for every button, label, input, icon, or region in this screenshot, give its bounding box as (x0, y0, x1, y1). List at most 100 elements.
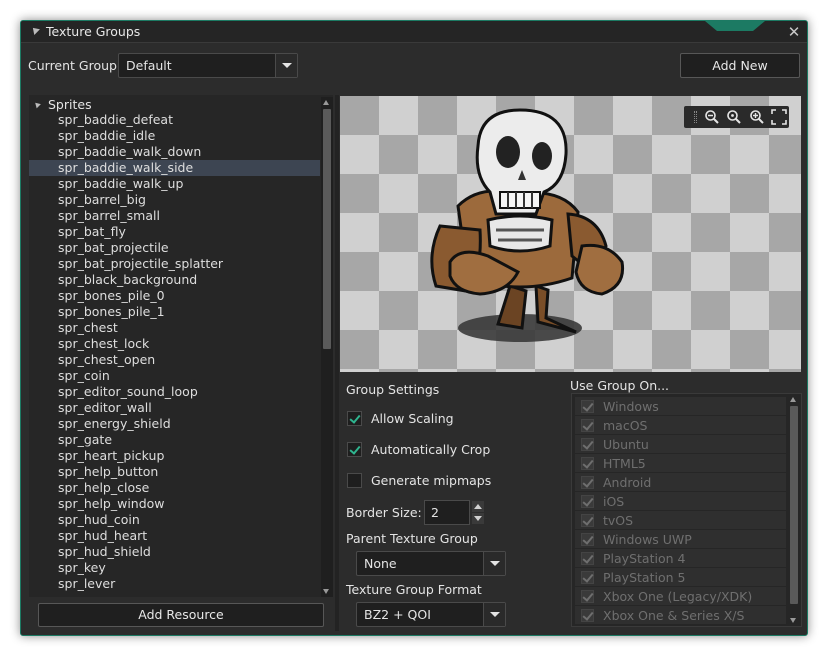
tree-scrollbar-thumb[interactable] (323, 109, 331, 349)
texture-group-format-value: BZ2 + QOI (364, 607, 431, 622)
tree-item[interactable]: spr_bones_pile_0 (29, 288, 320, 304)
tree-scrollbar[interactable] (321, 97, 333, 597)
mipmaps-label: Generate mipmaps (371, 473, 492, 488)
platform-item[interactable]: Windows (575, 397, 786, 415)
platform-item[interactable]: iOS (575, 492, 786, 510)
tree-item[interactable]: spr_help_window (29, 496, 320, 512)
tree-item[interactable]: spr_gate (29, 432, 320, 448)
platform-item[interactable]: HTML5 (575, 454, 786, 472)
zoom-out-icon[interactable] (702, 108, 722, 126)
tree-item[interactable]: spr_bat_projectile_splatter (29, 256, 320, 272)
border-size-label: Border Size: (346, 505, 422, 520)
scroll-down-icon[interactable] (790, 618, 796, 623)
platform-item[interactable]: tvOS (575, 511, 786, 529)
platform-label: Xbox One & Series X/S (603, 607, 745, 623)
platform-scrollbar-thumb[interactable] (790, 406, 798, 604)
tree-item[interactable]: spr_baddie_idle (29, 128, 320, 144)
tree-item[interactable]: spr_heart_pickup (29, 448, 320, 464)
spin-up-icon[interactable] (472, 501, 484, 512)
current-group-dropdown[interactable]: Default (118, 53, 298, 78)
tree-item[interactable]: spr_bat_projectile (29, 240, 320, 256)
platform-check[interactable] (581, 475, 594, 489)
collapse-triangle-icon[interactable] (30, 25, 40, 35)
platform-check[interactable] (581, 513, 594, 527)
tree-item[interactable]: spr_barrel_small (29, 208, 320, 224)
platform-check[interactable] (581, 456, 594, 470)
platform-check[interactable] (581, 494, 594, 508)
tree-item[interactable]: spr_bones_pile_1 (29, 304, 320, 320)
texture-groups-window: Texture Groups ✕ Current Group: Default … (20, 20, 808, 636)
chevron-down-icon[interactable] (483, 552, 505, 575)
auto-crop-check[interactable] (347, 442, 362, 457)
platform-label: HTML5 (603, 455, 646, 471)
tree-item[interactable]: spr_black_background (29, 272, 320, 288)
tree-item[interactable]: spr_editor_wall (29, 400, 320, 416)
platform-check[interactable] (581, 608, 594, 622)
platform-check[interactable] (581, 437, 594, 451)
zoom-in-icon[interactable] (747, 108, 767, 126)
zoom-reset-icon[interactable] (724, 108, 744, 126)
platform-check[interactable] (581, 551, 594, 565)
toolbar-grip[interactable] (694, 111, 697, 123)
platform-check[interactable] (581, 570, 594, 584)
tree-item[interactable]: spr_energy_shield (29, 416, 320, 432)
close-icon[interactable]: ✕ (785, 23, 803, 41)
platform-label: Android (603, 474, 652, 490)
platform-check[interactable] (581, 589, 594, 603)
tree-item[interactable]: spr_chest_open (29, 352, 320, 368)
platform-item[interactable]: Xbox One (Legacy/XDK) (575, 587, 786, 605)
fullscreen-icon[interactable] (769, 108, 789, 126)
expand-triangle-icon[interactable] (33, 100, 41, 108)
platform-scrollbar[interactable] (788, 394, 800, 626)
texture-group-format-dropdown[interactable]: BZ2 + QOI (356, 602, 506, 627)
tree-item[interactable]: spr_hud_heart (29, 528, 320, 544)
panel-splitter[interactable] (335, 95, 339, 631)
scroll-up-icon[interactable] (323, 100, 329, 105)
scroll-up-icon[interactable] (790, 397, 796, 402)
platform-item[interactable]: Ubuntu (575, 435, 786, 453)
tree-item[interactable]: spr_barrel_big (29, 192, 320, 208)
tree-item[interactable]: spr_bat_fly (29, 224, 320, 240)
platform-check[interactable] (581, 418, 594, 432)
mipmaps-check[interactable] (347, 473, 362, 488)
tree-item[interactable]: spr_editor_sound_loop (29, 384, 320, 400)
platform-item[interactable]: Windows UWP (575, 530, 786, 548)
tree-item[interactable]: spr_help_close (29, 480, 320, 496)
platform-check[interactable] (581, 532, 594, 546)
parent-texture-group-dropdown[interactable]: None (356, 551, 506, 576)
tree-item[interactable]: spr_baddie_walk_up (29, 176, 320, 192)
tree-root-sprites[interactable]: Sprites (33, 96, 92, 112)
tree-item[interactable]: spr_baddie_walk_down (29, 144, 320, 160)
auto-crop-checkbox[interactable]: Automatically Crop (347, 442, 490, 457)
tree-item[interactable]: spr_key (29, 560, 320, 576)
add-resource-button[interactable]: Add Resource (38, 603, 324, 627)
platform-label: iOS (603, 493, 625, 509)
border-size-input[interactable]: 2 (424, 500, 470, 525)
platform-item[interactable]: Xbox One & Series X/S (575, 606, 786, 624)
platform-item[interactable]: macOS (575, 416, 786, 434)
platform-check[interactable] (581, 399, 594, 413)
allow-scaling-checkbox[interactable]: Allow Scaling (347, 411, 454, 426)
chevron-down-icon[interactable] (275, 54, 297, 77)
spin-down-icon[interactable] (472, 513, 484, 524)
tree-item[interactable]: spr_baddie_walk_side (29, 160, 320, 176)
tree-item[interactable]: spr_lever (29, 576, 320, 592)
title-bar: Texture Groups ✕ (21, 21, 807, 43)
tree-item[interactable]: spr_hud_coin (29, 512, 320, 528)
mipmaps-checkbox[interactable]: Generate mipmaps (347, 473, 491, 488)
add-new-button[interactable]: Add New (680, 53, 800, 78)
tree-item[interactable]: spr_chest_lock (29, 336, 320, 352)
platform-item[interactable]: PlayStation 4 (575, 549, 786, 567)
chevron-down-icon[interactable] (483, 603, 505, 626)
platform-item[interactable]: PlayStation 5 (575, 568, 786, 586)
tree-item[interactable]: spr_baddie_defeat (29, 112, 320, 128)
allow-scaling-check[interactable] (347, 411, 362, 426)
platform-item[interactable]: Android (575, 473, 786, 491)
tree-item[interactable]: spr_chest (29, 320, 320, 336)
current-group-label: Current Group: (28, 58, 122, 73)
auto-crop-label: Automatically Crop (371, 442, 491, 457)
tree-item[interactable]: spr_hud_shield (29, 544, 320, 560)
tree-item[interactable]: spr_coin (29, 368, 320, 384)
tree-item[interactable]: spr_help_button (29, 464, 320, 480)
scroll-down-icon[interactable] (323, 589, 329, 594)
